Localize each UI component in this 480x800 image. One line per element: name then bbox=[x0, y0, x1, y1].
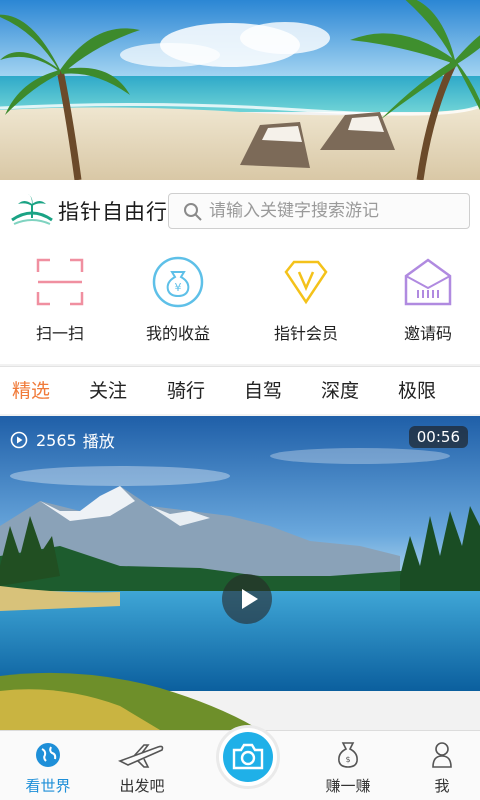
beach-banner-image bbox=[0, 0, 480, 180]
quick-action-scan[interactable]: 扫一扫 bbox=[0, 242, 120, 364]
bottom-navigation: 看世界 出发吧 $ 赚一赚 我 bbox=[0, 725, 480, 800]
search-box[interactable] bbox=[168, 193, 470, 229]
person-icon bbox=[432, 742, 452, 768]
quick-action-vip[interactable]: 指针会员 bbox=[246, 242, 366, 364]
camera-button[interactable] bbox=[216, 725, 280, 789]
category-tabs: 精选 关注 骑行 自驾 深度 极限 bbox=[0, 366, 480, 414]
nav-label: 看世界 bbox=[25, 777, 71, 795]
brand-search-bar: 指针自由行 bbox=[0, 180, 480, 242]
money-bag-icon: $ bbox=[338, 742, 358, 768]
tab-following[interactable]: 关注 bbox=[89, 367, 127, 415]
nav-see-world[interactable]: 看世界 bbox=[14, 731, 82, 800]
tab-cycling[interactable]: 骑行 bbox=[167, 367, 205, 415]
brand-name: 指针自由行 bbox=[58, 200, 168, 224]
airplane-icon bbox=[118, 744, 164, 768]
hero-banner[interactable] bbox=[0, 0, 480, 180]
quick-action-earnings[interactable]: ¥ 我的收益 bbox=[118, 242, 238, 364]
play-count-number: 2565 bbox=[36, 430, 77, 450]
mountain-lake-video-thumbnail bbox=[0, 416, 480, 730]
video-duration: 00:56 bbox=[408, 426, 468, 448]
search-input[interactable] bbox=[209, 194, 459, 228]
nav-label: 我 bbox=[434, 777, 450, 795]
scan-icon bbox=[36, 258, 84, 306]
quick-action-label: 扫一扫 bbox=[35, 324, 84, 343]
brand-logo-icon bbox=[11, 194, 53, 225]
quick-action-label: 指针会员 bbox=[273, 324, 338, 343]
nav-label: 赚一赚 bbox=[325, 777, 371, 795]
tab-extreme[interactable]: 极限 bbox=[398, 367, 436, 415]
camera-icon bbox=[232, 743, 264, 770]
quick-action-label: 邀请码 bbox=[403, 324, 452, 343]
tab-self-drive[interactable]: 自驾 bbox=[244, 367, 282, 415]
quick-action-invite[interactable]: 邀请码 bbox=[368, 242, 480, 364]
nav-depart[interactable]: 出发吧 bbox=[106, 731, 178, 800]
tab-featured[interactable]: 精选 bbox=[12, 367, 50, 415]
quick-action-label: 我的收益 bbox=[145, 324, 210, 343]
invite-envelope-icon bbox=[404, 258, 452, 306]
nav-label: 出发吧 bbox=[119, 777, 165, 795]
search-icon bbox=[184, 203, 202, 221]
nav-me[interactable]: 我 bbox=[410, 731, 474, 800]
svg-text:$: $ bbox=[345, 755, 350, 764]
quick-actions: 扫一扫 ¥ 我的收益 指针会员 邀请码 bbox=[0, 242, 480, 364]
money-bag-icon: ¥ bbox=[152, 256, 204, 308]
play-circle-icon bbox=[10, 431, 28, 449]
svg-text:¥: ¥ bbox=[175, 281, 182, 294]
nav-earn[interactable]: $ 赚一赚 bbox=[312, 731, 384, 800]
tab-in-depth[interactable]: 深度 bbox=[321, 367, 359, 415]
globe-icon bbox=[36, 743, 60, 767]
play-count-label: 播放 bbox=[82, 432, 115, 451]
play-button[interactable] bbox=[222, 574, 272, 624]
vip-diamond-icon bbox=[284, 260, 328, 305]
video-card[interactable]: 2565 播放 00:56 bbox=[0, 416, 480, 730]
play-count: 2565 播放 bbox=[10, 428, 115, 452]
